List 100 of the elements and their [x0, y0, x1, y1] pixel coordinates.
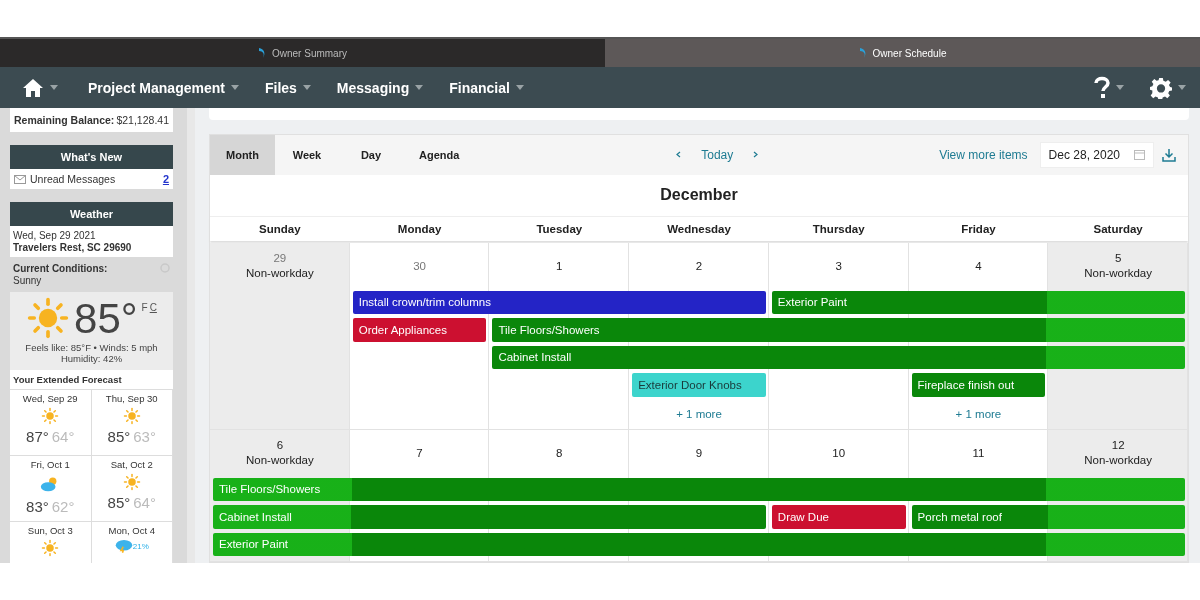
view-tab[interactable]: Month [210, 134, 275, 175]
conditions-label: Current Conditions: [13, 263, 108, 274]
forecast-day: Thu, Sep 30 [105, 393, 158, 404]
help-menu[interactable] [1094, 75, 1124, 100]
caret-icon [515, 85, 524, 90]
messages-count-link[interactable]: 2 [162, 173, 169, 185]
low-temperature: 64° [51, 428, 75, 445]
current-temperature: 85° [74, 296, 138, 342]
forecast-day: Wed, Sep 29 [22, 393, 78, 404]
home-icon [22, 77, 44, 98]
day-number: 9 [695, 446, 703, 459]
event-bar[interactable]: Exterior Paint [771, 290, 1185, 314]
more-events-link[interactable]: + 1 more [908, 408, 1049, 420]
weekday-header: Wednesday [666, 222, 732, 235]
balance-label: Remaining Balance: [14, 114, 115, 126]
non-workday-label: Non-workday [1084, 267, 1152, 279]
non-workday-label: Non-workday [245, 267, 314, 279]
weekday-header: Tuesday [535, 222, 584, 235]
download-icon[interactable] [1162, 147, 1176, 162]
nav-menu[interactable]: Financial [449, 79, 524, 96]
day-number: 1 [556, 259, 563, 272]
rain-cloud-icon [114, 539, 133, 553]
weather-detail: Feels like: 85°F • Winds: 5 mph [25, 342, 158, 353]
view-more-link[interactable]: View more items [939, 147, 1028, 162]
caret-icon [230, 85, 239, 90]
day-number: 4 [975, 259, 982, 272]
weekday-header: Monday [396, 222, 443, 235]
nav-menu[interactable]: Messaging [336, 79, 424, 96]
help-icon [1094, 75, 1110, 100]
view-tab[interactable]: Week [275, 134, 339, 175]
forecast-day: Mon, Oct 4 [108, 525, 155, 536]
weekday-header: Thursday [811, 222, 866, 235]
day-number: 11 [972, 446, 985, 459]
messages-label: Unread Messages [30, 173, 116, 185]
caret-icon [1178, 85, 1186, 90]
weekday-header: Saturday [1092, 222, 1144, 235]
event-bar[interactable]: Order Appliances [352, 318, 487, 342]
weekday-header: Sunday [258, 222, 302, 235]
non-workday-label: Non-workday [245, 454, 314, 466]
event-bar[interactable]: Tile Floors/Showers [492, 318, 1185, 342]
day-number: 12 [1111, 439, 1125, 451]
app-logo-icon [858, 47, 868, 59]
day-number: 6 [276, 439, 284, 451]
sun-icon [122, 407, 141, 425]
weekday-header: Friday [960, 222, 997, 235]
low-temperature: 64° [133, 494, 156, 511]
day-number: 5 [1114, 252, 1122, 264]
day-number: 29 [273, 252, 287, 264]
sun-icon [41, 539, 60, 557]
view-tab[interactable]: Day [339, 134, 403, 175]
day-number: 2 [695, 259, 703, 272]
sun-icon [26, 296, 71, 340]
balance-value: $21,128.41 [116, 114, 169, 126]
caret-icon [1116, 85, 1124, 90]
panel-header: What's New [10, 145, 173, 169]
event-bar[interactable]: Porch metal roof [911, 505, 1185, 529]
caret-icon [302, 85, 311, 90]
panel-header: Weather [10, 202, 173, 226]
day-number: 8 [556, 446, 563, 459]
day-number: 7 [416, 446, 423, 459]
day-number: 3 [835, 259, 842, 272]
non-workday-label: Non-workday [1084, 454, 1152, 466]
event-bar[interactable]: Install crown/trim columns [352, 290, 766, 314]
weather-location: Travelers Rest, SC 29690 [13, 242, 133, 253]
date-field[interactable]: Dec 28, 2020 [1039, 141, 1154, 168]
calendar-icon [1134, 149, 1145, 160]
browser-tab[interactable]: Owner Schedule [605, 37, 1200, 67]
forecast-day: Sun, Oct 3 [27, 525, 73, 536]
nav-menu[interactable]: Files [264, 79, 311, 96]
event-bar[interactable]: Cabinet Install [492, 345, 1185, 369]
previous-icon[interactable] [676, 151, 682, 158]
unit-toggle[interactable]: F [141, 302, 148, 313]
forecast-day: Fri, Oct 1 [30, 459, 70, 470]
envelope-icon [14, 174, 26, 184]
weather-detail: Humidity: 42% [60, 353, 123, 364]
settings-icon [1150, 76, 1172, 99]
more-events-link[interactable]: + 1 more [629, 408, 769, 420]
nav-menu[interactable]: Project Management [88, 79, 239, 96]
conditions-text: Sunny [13, 275, 43, 286]
precipitation-chance: 21% [132, 541, 149, 551]
month-title: December [210, 174, 1188, 217]
high-temperature: 85° [107, 428, 131, 445]
event-bar[interactable]: Fireplace finish out [911, 373, 1046, 397]
unit-toggle[interactable]: C [149, 302, 157, 313]
event-bar[interactable]: Draw Due [771, 505, 906, 529]
event-bar[interactable]: Exterior Door Knobs [632, 373, 766, 397]
high-temperature: 83° [26, 498, 49, 515]
home-menu[interactable] [22, 77, 58, 98]
low-temperature: 62° [51, 498, 75, 515]
high-temperature: 85° [107, 494, 131, 511]
day-number: 30 [413, 259, 426, 272]
settings-menu[interactable] [1150, 76, 1186, 99]
weather-date: Wed, Sep 29 2021 [13, 230, 97, 241]
view-tab[interactable]: Agenda [403, 134, 476, 175]
forecast-day: Sat, Oct 2 [110, 459, 153, 470]
today-link[interactable]: Today [701, 147, 734, 162]
sun-icon [122, 473, 141, 491]
sun-icon [41, 407, 60, 425]
next-icon[interactable] [753, 151, 759, 158]
high-temperature: 87° [26, 428, 49, 445]
